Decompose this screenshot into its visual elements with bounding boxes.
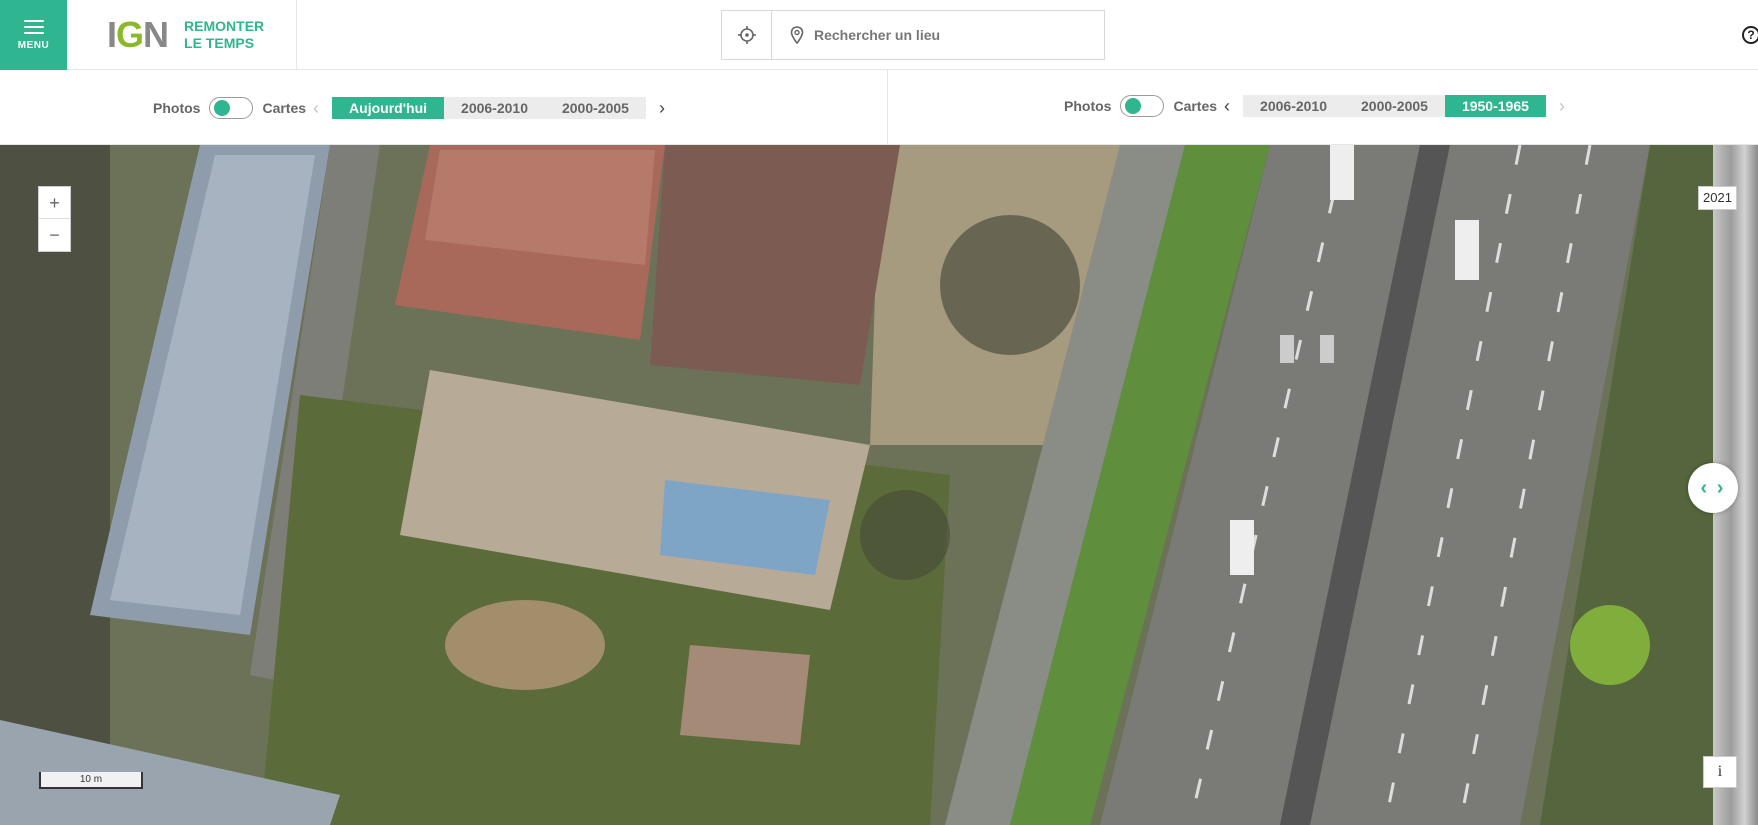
top-bar: MENU IGN REMONTER LE TEMPS ? bbox=[0, 0, 1758, 70]
menu-button[interactable]: MENU bbox=[0, 0, 67, 70]
chevron-left-icon[interactable]: ‹ bbox=[306, 96, 326, 120]
right-year-list: 2006-2010 2000-2005 1950-1965 bbox=[1243, 95, 1546, 117]
left-year-item[interactable]: 2006-2010 bbox=[444, 97, 545, 119]
menu-label: MENU bbox=[17, 39, 50, 51]
search-input[interactable] bbox=[814, 27, 1094, 43]
right-year-item[interactable]: 2006-2010 bbox=[1243, 95, 1344, 117]
scale-bar: 10 m bbox=[39, 772, 143, 789]
left-photos-label: Photos bbox=[153, 100, 201, 116]
zoom-in-button[interactable]: + bbox=[39, 187, 70, 219]
chevron-left-icon[interactable]: ‹ bbox=[1217, 94, 1237, 118]
geolocate-button[interactable] bbox=[722, 11, 772, 59]
left-year-item[interactable]: Aujourd'hui bbox=[332, 97, 445, 119]
zoom-out-button[interactable]: − bbox=[39, 219, 70, 251]
right-cartes-label: Cartes bbox=[1173, 98, 1218, 114]
panel-divider bbox=[887, 70, 888, 145]
left-cartes-label: Cartes bbox=[262, 100, 307, 116]
brand[interactable]: IGN REMONTER LE TEMPS bbox=[67, 0, 297, 70]
right-year-item[interactable]: 1950-1965 bbox=[1444, 95, 1546, 117]
timeline-bar: Photos Cartes ‹ Aujourd'hui 2006-2010 20… bbox=[0, 70, 1758, 145]
toggle-knob bbox=[1125, 98, 1142, 114]
brand-title-line1: REMONTER bbox=[184, 18, 265, 34]
menu-icon bbox=[23, 19, 44, 34]
aerial-photo bbox=[0, 145, 1758, 825]
chevron-right-icon[interactable]: › bbox=[1552, 94, 1572, 118]
right-photos-label: Photos bbox=[1064, 98, 1112, 114]
left-year-list: Aujourd'hui 2006-2010 2000-2005 bbox=[332, 97, 646, 119]
aerial-map[interactable] bbox=[0, 145, 1758, 825]
right-layer-control: Photos Cartes ‹ 2006-2010 2000-2005 1950… bbox=[1064, 94, 1572, 118]
current-year-tag: 2021 bbox=[1698, 186, 1737, 210]
brand-title-line2: LE TEMPS bbox=[184, 35, 255, 51]
help-icon[interactable]: ? bbox=[1742, 26, 1758, 44]
location-pin-icon bbox=[790, 26, 804, 44]
search-field[interactable] bbox=[772, 11, 1104, 59]
chevron-right-icon[interactable]: › bbox=[652, 96, 672, 120]
left-photos-cartes-toggle[interactable] bbox=[209, 97, 254, 119]
left-year-item[interactable]: 2000-2005 bbox=[545, 97, 646, 119]
brand-title: REMONTER LE TEMPS bbox=[184, 18, 274, 52]
search-bar bbox=[721, 10, 1105, 60]
left-layer-control: Photos Cartes ‹ Aujourd'hui 2006-2010 20… bbox=[153, 96, 672, 120]
toggle-knob bbox=[214, 100, 231, 116]
right-photos-cartes-toggle[interactable] bbox=[1120, 95, 1165, 117]
swipe-icon[interactable]: ‹ › bbox=[1688, 463, 1738, 513]
zoom-control: + − bbox=[38, 186, 71, 252]
ign-logo: IGN bbox=[107, 14, 169, 55]
right-year-item[interactable]: 2000-2005 bbox=[1344, 95, 1445, 117]
info-icon[interactable]: i bbox=[1703, 756, 1737, 788]
crosshair-icon bbox=[737, 26, 756, 44]
